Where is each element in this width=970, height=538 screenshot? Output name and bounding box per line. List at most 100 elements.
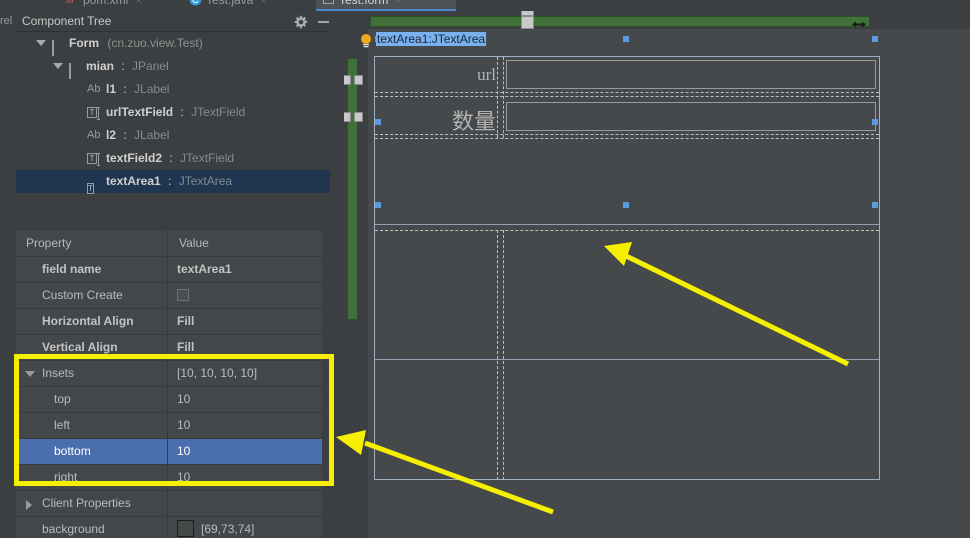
property-value bbox=[169, 491, 330, 516]
java-class-icon: C bbox=[189, 0, 202, 6]
property-row-insets[interactable]: Insets [10, 10, 10, 10] bbox=[16, 361, 330, 387]
tree-node-type: JLabel bbox=[134, 82, 170, 96]
grid-divider bbox=[375, 92, 879, 93]
textarea-icon: T bbox=[87, 183, 94, 194]
property-row-insets-right[interactable]: right 10 bbox=[16, 465, 330, 491]
property-value[interactable]: [10, 10, 10, 10] bbox=[169, 361, 330, 386]
grid-divider bbox=[375, 359, 879, 360]
property-row-insets-left[interactable]: left 10 bbox=[16, 413, 330, 439]
tree-node-type: JTextArea bbox=[178, 174, 233, 188]
property-value[interactable]: 10 bbox=[169, 439, 330, 464]
row-handle-1[interactable] bbox=[344, 75, 363, 85]
chevron-down-icon[interactable] bbox=[36, 39, 46, 48]
editor-tab-label: pom.xml bbox=[83, 0, 129, 7]
editor-tab-test-form[interactable]: Test.form × bbox=[316, 0, 456, 11]
tree-node-name: textField2 bbox=[106, 151, 163, 165]
property-value[interactable]: [69,73,74] bbox=[169, 517, 330, 538]
form-label-quantity[interactable]: 数量 bbox=[375, 104, 496, 136]
tree-node-name: l2 bbox=[106, 128, 117, 142]
editor-tab-pom-xml[interactable]: m pom.xml × bbox=[60, 0, 192, 11]
tree-node-mian[interactable]: mian : JPanel bbox=[16, 55, 330, 79]
selection-handle-ne[interactable] bbox=[872, 36, 878, 42]
property-row-insets-bottom[interactable]: bottom 10 bbox=[16, 439, 330, 465]
property-value[interactable]: textArea1 bbox=[169, 257, 330, 282]
intention-bulb-icon[interactable] bbox=[360, 33, 372, 49]
tree-node-textarea1[interactable]: T textArea1 : JTextArea bbox=[16, 170, 330, 194]
tree-node-name: Form bbox=[69, 36, 99, 50]
grid-divider bbox=[503, 230, 504, 480]
tree-node-type: JTextField bbox=[180, 151, 235, 165]
color-swatch[interactable] bbox=[177, 520, 194, 537]
property-row-client-properties[interactable]: Client Properties bbox=[16, 491, 330, 517]
selection-handle-e[interactable] bbox=[872, 119, 878, 125]
ide-window: m pom.xml × C Test.java × Test.form × rel C… bbox=[0, 0, 970, 538]
form-designer[interactable]: url 数量 textArea1:JTextArea bbox=[344, 11, 970, 538]
custom-create-checkbox[interactable] bbox=[177, 289, 189, 301]
property-value[interactable]: 10 bbox=[169, 387, 330, 412]
property-row-field-name[interactable]: field name textArea1 bbox=[16, 257, 330, 283]
property-row-insets-top[interactable]: top 10 bbox=[16, 387, 330, 413]
property-row-vertical-align[interactable]: Vertical Align Fill bbox=[16, 335, 330, 361]
property-value[interactable]: 10 bbox=[169, 413, 330, 438]
tree-node-l1[interactable]: Ab l1 : JLabel bbox=[16, 78, 330, 101]
property-value[interactable]: Fill bbox=[169, 309, 330, 334]
property-row-custom-create[interactable]: Custom Create bbox=[16, 283, 330, 309]
property-label: left bbox=[16, 413, 168, 438]
svg-text:C: C bbox=[192, 0, 199, 5]
tree-node-separator: : bbox=[180, 105, 184, 119]
tree-node-l2[interactable]: Ab l2 : JLabel bbox=[16, 124, 330, 147]
selection-handle-se[interactable] bbox=[872, 202, 878, 208]
panel-divider[interactable] bbox=[330, 11, 344, 538]
row-handle-2[interactable] bbox=[344, 112, 363, 122]
tree-node-separator: : bbox=[168, 174, 172, 188]
property-value[interactable] bbox=[169, 283, 330, 308]
property-table[interactable]: Property Value field name textArea1 Cust… bbox=[16, 231, 330, 538]
minimize-icon[interactable] bbox=[318, 21, 329, 23]
property-value[interactable]: 10 bbox=[169, 465, 330, 490]
tree-node-textfield2[interactable]: T textField2 : JTextField bbox=[16, 147, 330, 170]
tree-node-type: JPanel bbox=[132, 59, 169, 73]
selection-handle-s[interactable] bbox=[623, 202, 629, 208]
editor-tab-strip: m pom.xml × C Test.java × Test.form × bbox=[0, 0, 970, 11]
panel-title: Component Tree bbox=[22, 14, 112, 28]
form-field-quantity-textfield[interactable] bbox=[506, 102, 876, 131]
vertical-grid-ruler[interactable] bbox=[347, 58, 358, 320]
selection-handle-sw[interactable] bbox=[375, 202, 381, 208]
property-row-horizontal-align[interactable]: Horizontal Align Fill bbox=[16, 309, 330, 335]
horizontal-grid-ruler[interactable] bbox=[370, 11, 870, 29]
tree-node-separator: : bbox=[169, 151, 173, 165]
property-row-background[interactable]: background [69,73,74] bbox=[16, 517, 330, 538]
form-field-url-textfield[interactable] bbox=[506, 60, 876, 89]
tree-node-form[interactable]: Form (cn.zuo.view.Test) bbox=[16, 32, 330, 56]
horizontal-resize-icon[interactable] bbox=[852, 18, 866, 28]
tree-node-urltextfield[interactable]: T urlTextField : JTextField bbox=[16, 101, 330, 124]
editor-tab-label: Test.form bbox=[339, 0, 389, 7]
column-header-value: Value bbox=[179, 236, 209, 250]
tree-node-separator: : bbox=[123, 128, 127, 142]
design-canvas[interactable]: url 数量 textArea1:JTextArea bbox=[361, 29, 970, 538]
label-ab-icon: Ab bbox=[87, 129, 101, 141]
tree-node-name: urlTextField bbox=[106, 105, 174, 119]
editor-tab-test-java[interactable]: C Test.java × bbox=[183, 0, 325, 11]
grid-divider bbox=[375, 134, 879, 135]
column-handle[interactable] bbox=[521, 16, 534, 29]
form-root-panel[interactable]: url 数量 bbox=[374, 56, 880, 480]
form-label-url[interactable]: url bbox=[375, 65, 496, 85]
selection-handle-n[interactable] bbox=[623, 36, 629, 42]
property-value[interactable]: Fill bbox=[169, 335, 330, 360]
close-icon[interactable]: × bbox=[135, 0, 141, 11]
grid-divider bbox=[375, 96, 879, 97]
property-table-scrollbar[interactable] bbox=[322, 231, 330, 538]
close-icon[interactable]: × bbox=[260, 0, 266, 11]
component-tree[interactable]: Form (cn.zuo.view.Test) mian : JPanel Ab… bbox=[16, 32, 330, 228]
close-icon[interactable]: × bbox=[395, 0, 401, 11]
chevron-down-icon[interactable] bbox=[53, 62, 63, 71]
tree-node-type: JTextField bbox=[191, 105, 246, 119]
gear-icon[interactable] bbox=[294, 15, 308, 29]
property-label: field name bbox=[16, 257, 168, 282]
grid-divider bbox=[503, 57, 504, 138]
property-label: Insets bbox=[16, 361, 168, 386]
column-handle-top[interactable] bbox=[521, 11, 534, 16]
left-tool-tab-label[interactable]: rel bbox=[0, 15, 16, 27]
selection-handle-w[interactable] bbox=[375, 119, 381, 125]
